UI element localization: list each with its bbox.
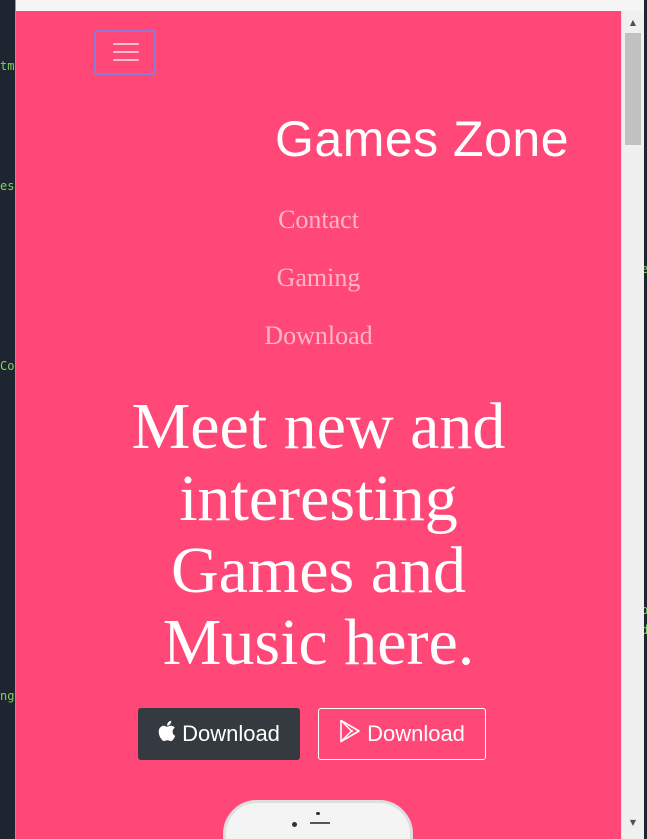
- webpage: Games Zone Contact Gaming Download Meet …: [16, 11, 621, 839]
- hero-headline: Meet new and interesting Games and Music…: [76, 391, 561, 679]
- google-play-icon: [339, 719, 361, 749]
- browser-window: Games Zone Contact Gaming Download Meet …: [15, 0, 644, 839]
- scroll-up-arrow-icon[interactable]: ▲: [622, 13, 644, 31]
- headline-line: interesting: [179, 462, 458, 535]
- brand-title[interactable]: Games Zone: [275, 110, 569, 168]
- phone-earpiece: [310, 822, 330, 824]
- google-play-download-label: Download: [367, 721, 465, 746]
- background-code-snippet: tm: [0, 59, 15, 73]
- desktop-background: tm es Co e p d ng Games Zone Contact Gam…: [0, 0, 647, 839]
- headline-line: Music here.: [162, 606, 475, 679]
- phone-speaker: [316, 812, 320, 815]
- vertical-scrollbar[interactable]: ▲ ▼: [621, 11, 644, 839]
- phone-mockup-image: [223, 800, 413, 839]
- scroll-thumb[interactable]: [625, 33, 641, 145]
- scroll-down-arrow-icon[interactable]: ▼: [622, 813, 644, 831]
- apple-icon: [158, 720, 176, 748]
- background-code-snippet: Co: [0, 359, 15, 373]
- apple-download-label: Download: [182, 721, 280, 746]
- phone-camera: [292, 822, 297, 827]
- headline-line: Games and: [170, 534, 467, 607]
- headline-line: Meet new and: [131, 390, 506, 463]
- nav-link-contact[interactable]: Contact: [16, 205, 621, 235]
- google-play-download-button[interactable]: Download: [318, 708, 486, 760]
- nav-link-download[interactable]: Download: [16, 321, 621, 351]
- hamburger-menu-button[interactable]: [94, 30, 156, 75]
- background-code-snippet: ng: [0, 689, 15, 703]
- background-code-snippet: es: [0, 179, 15, 193]
- apple-download-button[interactable]: Download: [138, 708, 300, 760]
- nav-link-gaming[interactable]: Gaming: [16, 263, 621, 293]
